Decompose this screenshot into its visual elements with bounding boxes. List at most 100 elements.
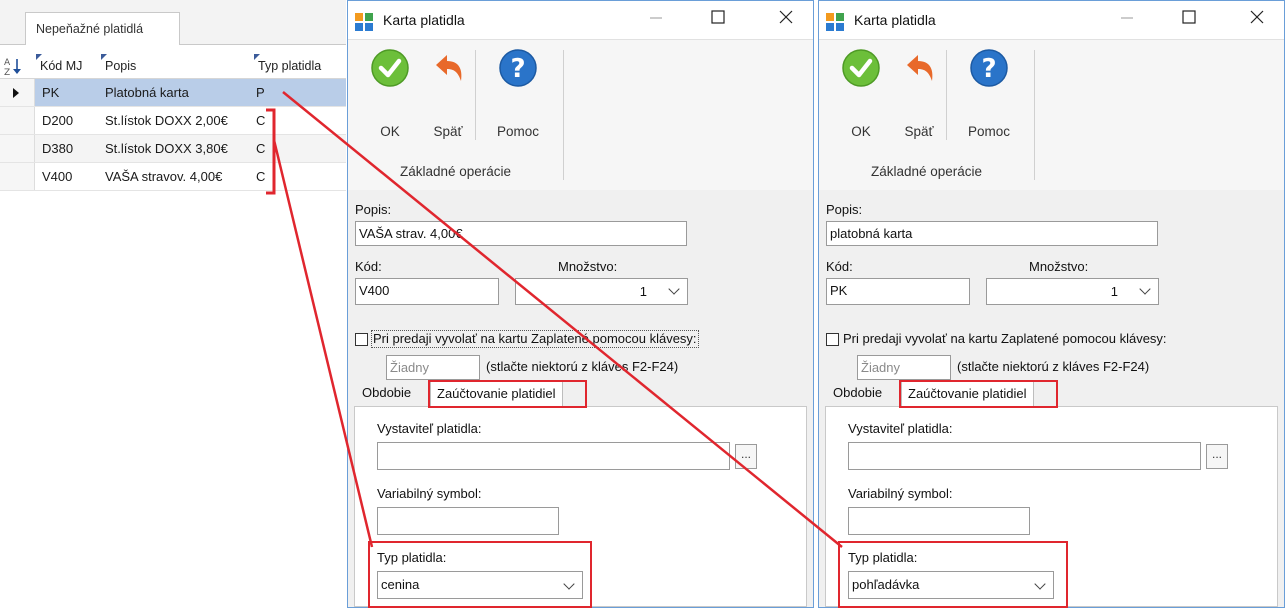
table-row[interactable]: V400 VAŠA stravov. 4,00€ C bbox=[0, 163, 346, 191]
mnozstvo-label: Množstvo: bbox=[558, 259, 618, 274]
tab-obdobie[interactable]: Obdobie bbox=[827, 380, 888, 406]
table-row[interactable]: PK Platobná karta P bbox=[0, 79, 346, 107]
minimize-button[interactable] bbox=[636, 7, 676, 33]
predaj-checkbox[interactable] bbox=[355, 333, 368, 346]
typ-platidla-label: Typ platidla: bbox=[377, 550, 447, 565]
help-button[interactable]: ? Pomoc bbox=[959, 46, 1019, 156]
hotkey-hint: (stlačte niektorú z kláves F2-F24) bbox=[957, 359, 1150, 374]
current-row-arrow-icon bbox=[13, 88, 19, 98]
tabstrip: Obdobie Zaúčtovanie platidiel bbox=[348, 380, 813, 407]
popis-label: Popis: bbox=[355, 202, 392, 217]
mnozstvo-label: Množstvo: bbox=[1029, 259, 1089, 274]
cell-typ: P bbox=[256, 85, 265, 100]
popis-field[interactable]: platobná karta bbox=[826, 221, 1158, 246]
row-indicator bbox=[0, 79, 35, 106]
table-row[interactable]: D200 St.lístok DOXX 2,00€ C bbox=[0, 107, 346, 135]
chevron-down-icon bbox=[563, 578, 575, 590]
tab-page-zauctovanie: Vystaviteľ platidla: ... Variabilný symb… bbox=[354, 406, 807, 607]
typ-platidla-combo[interactable]: pohľadávka bbox=[848, 571, 1054, 599]
grid-header: A Z Kód MJ Popis Typ platidla bbox=[0, 54, 346, 79]
vystavitel-browse-button[interactable]: ... bbox=[1206, 444, 1228, 469]
back-button[interactable]: Späť bbox=[889, 46, 949, 156]
cell-popis: St.lístok DOXX 3,80€ bbox=[105, 141, 228, 156]
chevron-down-icon bbox=[1139, 283, 1151, 295]
vystavitel-field[interactable] bbox=[848, 442, 1201, 470]
undo-arrow-icon bbox=[436, 55, 462, 81]
close-button[interactable] bbox=[1237, 7, 1277, 33]
help-button[interactable]: ? Pomoc bbox=[488, 46, 548, 156]
column-header-popis[interactable]: Popis bbox=[101, 54, 251, 78]
cell-kod: D380 bbox=[42, 141, 74, 156]
predaj-checkbox-label[interactable]: Pri predaji vyvolať na kartu Zaplatené p… bbox=[371, 330, 699, 348]
row-indicator bbox=[0, 107, 35, 134]
mnozstvo-combo[interactable]: 1 bbox=[515, 278, 688, 305]
cell-typ: C bbox=[256, 169, 266, 184]
column-header-kod[interactable]: Kód MJ bbox=[36, 54, 100, 78]
dialog-title: Karta platidla bbox=[383, 12, 465, 28]
tab-nepenazne-platidla[interactable]: Nepeňažné platidlá bbox=[25, 12, 180, 45]
popis-label: Popis: bbox=[826, 202, 863, 217]
chevron-down-icon bbox=[668, 283, 680, 295]
cell-popis: St.lístok DOXX 2,00€ bbox=[105, 113, 228, 128]
chevron-down-icon bbox=[1034, 578, 1046, 590]
cell-kod: PK bbox=[42, 85, 60, 100]
svg-text:A: A bbox=[4, 58, 11, 68]
mnozstvo-combo[interactable]: 1 bbox=[986, 278, 1159, 305]
table-row[interactable]: D380 St.lístok DOXX 3,80€ C bbox=[0, 135, 346, 163]
ribbon: OK Späť ? Pomoc Základné operácie bbox=[819, 39, 1284, 191]
cell-popis: VAŠA stravov. 4,00€ bbox=[105, 169, 223, 184]
tabstrip: Obdobie Zaúčtovanie platidiel bbox=[819, 380, 1284, 407]
help-icon: ? bbox=[499, 49, 537, 87]
dialog-title: Karta platidla bbox=[854, 12, 936, 28]
typ-platidla-combo[interactable]: cenina bbox=[377, 571, 583, 599]
vs-field[interactable] bbox=[848, 507, 1030, 535]
predaj-checkbox[interactable] bbox=[826, 333, 839, 346]
vystavitel-label: Vystaviteľ platidla: bbox=[848, 421, 953, 436]
hotkey-field[interactable]: Žiadny bbox=[857, 355, 951, 380]
cell-typ: C bbox=[256, 113, 266, 128]
hotkey-field[interactable]: Žiadny bbox=[386, 355, 480, 380]
ribbon-separator bbox=[563, 50, 564, 180]
ribbon: OK Späť ? Pomoc Základné operácie bbox=[348, 39, 813, 191]
close-button[interactable] bbox=[766, 7, 806, 33]
undo-arrow-icon bbox=[907, 55, 933, 81]
typ-platidla-label: Typ platidla: bbox=[848, 550, 918, 565]
kod-field[interactable]: PK bbox=[826, 278, 970, 305]
tab-zauctovanie[interactable]: Zaúčtovanie platidiel bbox=[430, 380, 563, 407]
vystavitel-browse-button[interactable]: ... bbox=[735, 444, 757, 469]
dialog-titlebar[interactable]: Karta platidla bbox=[819, 1, 1284, 39]
tab-zauctovanie[interactable]: Zaúčtovanie platidiel bbox=[901, 380, 1034, 407]
ok-button[interactable]: OK bbox=[360, 46, 420, 156]
vs-label: Variabilný symbol: bbox=[377, 486, 482, 501]
check-icon bbox=[842, 49, 880, 87]
ribbon-separator bbox=[946, 50, 947, 140]
ribbon-group-label: Základné operácie bbox=[399, 164, 512, 179]
tab-page-zauctovanie: Vystaviteľ platidla: ... Variabilný symb… bbox=[825, 406, 1278, 607]
kod-field[interactable]: V400 bbox=[355, 278, 499, 305]
dialog-titlebar[interactable]: Karta platidla bbox=[348, 1, 813, 39]
cell-popis: Platobná karta bbox=[105, 85, 189, 100]
vystavitel-field[interactable] bbox=[377, 442, 730, 470]
minimize-icon bbox=[650, 17, 662, 19]
minimize-button[interactable] bbox=[1107, 7, 1147, 33]
grid-tabbar: Nepeňažné platidlá bbox=[0, 0, 346, 45]
maximize-button[interactable] bbox=[698, 7, 738, 33]
app-icon bbox=[826, 13, 844, 31]
help-icon: ? bbox=[970, 49, 1008, 87]
cell-kod: D200 bbox=[42, 113, 74, 128]
ok-button[interactable]: OK bbox=[831, 46, 891, 156]
vs-label: Variabilný symbol: bbox=[848, 486, 953, 501]
check-icon bbox=[371, 49, 409, 87]
minimize-icon bbox=[1121, 17, 1133, 19]
back-button[interactable]: Späť bbox=[418, 46, 478, 156]
grid-rows: PK Platobná karta P D200 St.lístok DOXX … bbox=[0, 79, 346, 191]
column-header-typ[interactable]: Typ platidla bbox=[254, 54, 346, 78]
tab-obdobie[interactable]: Obdobie bbox=[356, 380, 417, 406]
maximize-button[interactable] bbox=[1169, 7, 1209, 33]
svg-text:Z: Z bbox=[4, 68, 10, 77]
vs-field[interactable] bbox=[377, 507, 559, 535]
popis-field[interactable]: VAŠA strav. 4,00€ bbox=[355, 221, 687, 246]
row-indicator bbox=[0, 163, 35, 190]
sort-az-icon[interactable]: A Z bbox=[2, 55, 38, 78]
predaj-checkbox-label[interactable]: Pri predaji vyvolať na kartu Zaplatené p… bbox=[843, 331, 1167, 347]
